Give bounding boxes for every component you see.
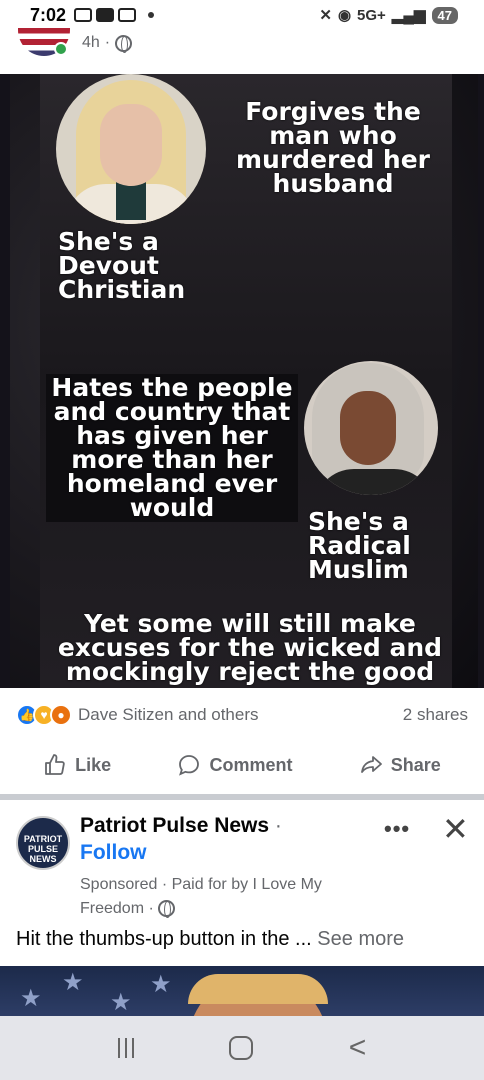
- meme-text-hates: Hates the people and country that has gi…: [46, 374, 298, 522]
- portrait-muslim-woman: [304, 361, 438, 495]
- meme-label-muslim: She's a Radical Muslim: [308, 507, 411, 584]
- ad-page-name[interactable]: Patriot Pulse News: [80, 814, 269, 837]
- more-notifications-icon: [148, 12, 155, 18]
- patriot-pulse-logo[interactable]: PATRIOT PULSE NEWS: [16, 816, 70, 870]
- star-icon: ★: [20, 985, 42, 1012]
- comment-label: Comment: [209, 754, 293, 775]
- share-count[interactable]: 2 shares: [403, 705, 468, 725]
- battery-indicator: 47: [431, 6, 458, 24]
- star-icon: ★: [62, 969, 84, 996]
- app-notification-icon: [118, 8, 137, 22]
- ad-image[interactable]: ★ ★ ★ ★: [0, 966, 484, 1016]
- share-label: Share: [390, 754, 441, 775]
- meme-text-forgives: Forgives the man who murdered her husban…: [236, 97, 430, 198]
- sponsored-post-header: PATRIOT PULSE NEWS Patriot Pulse News · …: [0, 808, 484, 919]
- comment-icon: [179, 755, 200, 776]
- post-header: 4h ·: [0, 28, 484, 72]
- reaction-names[interactable]: Dave Sitizen and others: [78, 705, 259, 725]
- share-arrow-icon: [360, 756, 382, 773]
- screenshot-icon: [74, 8, 93, 22]
- home-button[interactable]: [229, 1036, 254, 1060]
- signal-icon: ▂▄▆: [391, 7, 426, 24]
- status-time: 7:02: [30, 4, 67, 25]
- mute-icon: ✕: [319, 7, 332, 24]
- thumbs-up-icon: [45, 754, 65, 775]
- globe-icon: [115, 34, 133, 53]
- network-type: 5G+: [357, 6, 386, 24]
- online-status-icon: [54, 42, 68, 56]
- portrait-christian-woman: [56, 74, 206, 224]
- meme-label-christian: She's a Devout Christian: [58, 227, 186, 304]
- sponsored-label[interactable]: Sponsored · Paid for by I Love My Freedo…: [80, 876, 322, 917]
- location-icon: ◉: [337, 7, 352, 24]
- angry-reaction-icon: ●: [50, 704, 72, 726]
- ad-person-image: [188, 974, 328, 1016]
- feed-divider: [0, 794, 484, 800]
- globe-icon: [158, 900, 176, 919]
- meme-caption: Yet some will still make excuses for the…: [57, 609, 443, 686]
- status-bar: 7:02 ✕ ◉ 5G+ ▂▄▆ 47: [0, 0, 484, 30]
- name-separator: ·: [274, 814, 282, 837]
- post-actions: Like Comment Share: [0, 740, 484, 790]
- more-options-button[interactable]: •••: [384, 816, 410, 842]
- like-label: Like: [75, 754, 112, 775]
- youtube-icon: [96, 8, 115, 22]
- post-time[interactable]: 4h: [82, 34, 100, 52]
- ad-body-text: Hit the thumbs-up button in the ... See …: [16, 928, 405, 950]
- back-button[interactable]: <: [349, 1031, 367, 1065]
- android-nav-bar: <: [0, 1016, 484, 1080]
- comment-button[interactable]: Comment: [177, 753, 292, 777]
- like-button[interactable]: Like: [43, 753, 111, 777]
- follow-button[interactable]: Follow: [80, 841, 147, 865]
- reactions-bar[interactable]: 👍 ♥ ● Dave Sitizen and others 2 shares: [0, 700, 484, 730]
- post-image[interactable]: Forgives the man who murdered her husban…: [0, 74, 484, 688]
- recent-apps-button[interactable]: [117, 1038, 134, 1058]
- star-icon: ★: [150, 971, 172, 998]
- see-more-link[interactable]: See more: [317, 928, 404, 950]
- star-icon: ★: [110, 989, 132, 1016]
- share-button[interactable]: Share: [359, 753, 441, 777]
- close-icon[interactable]: ✕: [442, 810, 469, 848]
